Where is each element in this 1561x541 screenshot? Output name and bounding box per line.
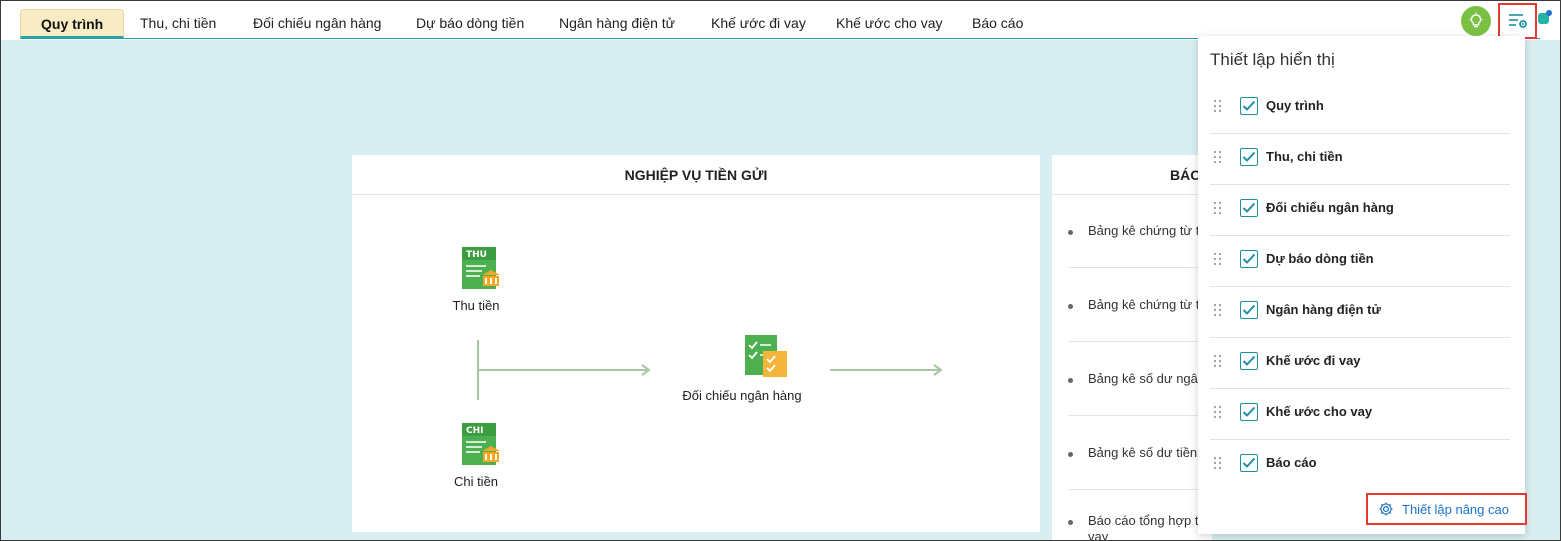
tab-khe-uoc-cho-vay[interactable]: Khế ước cho vay bbox=[816, 9, 963, 39]
checkbox[interactable] bbox=[1240, 250, 1258, 268]
receive-money-label: Thu tiền bbox=[452, 298, 500, 313]
advanced-settings-label: Thiết lập nâng cao bbox=[1402, 501, 1509, 517]
bank-reconcile-node[interactable]: Đối chiếu ngân hàng bbox=[672, 333, 812, 403]
checkbox[interactable] bbox=[1240, 301, 1258, 319]
display-option-label: Báo cáo bbox=[1266, 455, 1317, 470]
report-link[interactable]: Bảng kê chứng từ t bbox=[1068, 223, 1208, 238]
gear-icon bbox=[1379, 502, 1393, 516]
display-option-row[interactable]: Ngân hàng điện tử bbox=[1210, 287, 1510, 338]
display-option-label: Thu, chi tiền bbox=[1266, 149, 1343, 164]
divider bbox=[1068, 341, 1208, 342]
display-option-row[interactable]: Báo cáo bbox=[1210, 440, 1510, 491]
pay-badge: CHI bbox=[466, 426, 484, 436]
pay-money-icon: CHI bbox=[461, 423, 500, 465]
tab-khe-uoc-di-vay[interactable]: Khế ước đi vay bbox=[691, 9, 826, 39]
report-link[interactable]: Bảng kê số dư tiền bbox=[1068, 445, 1208, 460]
display-option-label: Quy trình bbox=[1266, 98, 1324, 113]
display-settings-popup: Thiết lập hiển thị Quy trình Thu, chi tiề… bbox=[1198, 36, 1527, 534]
display-option-row[interactable]: Khế ước đi vay bbox=[1210, 338, 1510, 389]
receive-badge: THU bbox=[466, 250, 487, 260]
divider bbox=[1068, 267, 1208, 268]
report-link[interactable]: Bảng kê số dư ngâ bbox=[1068, 371, 1208, 386]
deposit-card: NGHIỆP VỤ TIỀN GỬI THU Thu tiền CHI Chi … bbox=[352, 155, 1040, 532]
display-option-label: Đối chiếu ngân hàng bbox=[1266, 200, 1394, 215]
display-option-label: Ngân hàng điện tử bbox=[1266, 302, 1381, 317]
lightbulb-icon[interactable] bbox=[1461, 6, 1491, 36]
receive-money-icon: THU bbox=[461, 247, 500, 289]
drag-handle-icon[interactable] bbox=[1213, 150, 1223, 164]
check-icon bbox=[1242, 355, 1256, 366]
app-badge-icon bbox=[1538, 10, 1552, 24]
drag-handle-icon[interactable] bbox=[1213, 354, 1223, 368]
display-option-label: Khế ước cho vay bbox=[1266, 404, 1373, 419]
display-option-row[interactable]: Khế ước cho vay bbox=[1210, 389, 1510, 440]
bank-reconcile-label: Đối chiếu ngân hàng bbox=[682, 388, 802, 403]
drag-handle-icon[interactable] bbox=[1213, 456, 1223, 470]
tab-du-bao-dong-tien[interactable]: Dự báo dòng tiền bbox=[396, 9, 544, 39]
display-option-row[interactable]: Thu, chi tiền bbox=[1210, 134, 1510, 185]
check-icon bbox=[1242, 151, 1256, 162]
display-option-label: Khế ước đi vay bbox=[1266, 353, 1361, 368]
checkbox[interactable] bbox=[1240, 148, 1258, 166]
display-option-row[interactable]: Dự báo dòng tiền bbox=[1210, 236, 1510, 287]
check-icon bbox=[1242, 100, 1256, 111]
advanced-settings-button[interactable]: Thiết lập nâng cao bbox=[1366, 493, 1527, 525]
bank-reconcile-icon bbox=[745, 335, 787, 377]
report-link[interactable]: Bảng kê chứng từ t bbox=[1068, 297, 1208, 312]
report-link[interactable]: Báo cáo tổng hợp t bbox=[1068, 513, 1208, 528]
tab-thu-chi-tien[interactable]: Thu, chi tiền bbox=[120, 9, 236, 39]
report-card: BÁO Bảng kê chứng từ t Bảng kê chứng từ … bbox=[1052, 155, 1212, 541]
check-icon bbox=[1242, 406, 1256, 417]
receive-money-node[interactable]: THU Thu tiền bbox=[444, 245, 508, 313]
deposit-card-title: NGHIỆP VỤ TIỀN GỬI bbox=[352, 155, 1040, 195]
drag-handle-icon[interactable] bbox=[1213, 252, 1223, 266]
report-card-title: BÁO bbox=[1052, 155, 1212, 195]
display-option-row[interactable]: Quy trình bbox=[1210, 83, 1510, 134]
divider bbox=[1068, 415, 1208, 416]
checkbox[interactable] bbox=[1240, 403, 1258, 421]
checkbox[interactable] bbox=[1240, 352, 1258, 370]
drag-handle-icon[interactable] bbox=[1213, 405, 1223, 419]
display-option-label: Dự báo dòng tiền bbox=[1266, 251, 1374, 266]
display-settings-icon[interactable] bbox=[1498, 3, 1537, 39]
drag-handle-icon[interactable] bbox=[1213, 99, 1223, 113]
tab-bao-cao[interactable]: Báo cáo bbox=[952, 9, 1043, 39]
tab-ngan-hang-dien-tu[interactable]: Ngân hàng điện tử bbox=[539, 9, 695, 39]
check-icon bbox=[1242, 202, 1256, 213]
drag-handle-icon[interactable] bbox=[1213, 303, 1223, 317]
check-icon bbox=[1242, 304, 1256, 315]
divider bbox=[1068, 489, 1208, 490]
pay-money-node[interactable]: CHI Chi tiền bbox=[444, 421, 508, 489]
checkbox[interactable] bbox=[1240, 199, 1258, 217]
popup-title: Thiết lập hiển thị bbox=[1210, 50, 1335, 69]
top-tab-bar: Quy trình Thu, chi tiền Đối chiếu ngân h… bbox=[0, 0, 1561, 40]
drag-handle-icon[interactable] bbox=[1213, 201, 1223, 215]
tab-quy-trinh[interactable]: Quy trình bbox=[20, 9, 125, 39]
report-link-overflow: vay bbox=[1088, 529, 1109, 541]
checkbox[interactable] bbox=[1240, 97, 1258, 115]
checkbox[interactable] bbox=[1240, 454, 1258, 472]
tab-doi-chieu-ngan-hang[interactable]: Đối chiếu ngân hàng bbox=[233, 9, 401, 39]
pay-money-label: Chi tiền bbox=[453, 474, 499, 489]
display-option-row[interactable]: Đối chiếu ngân hàng bbox=[1210, 185, 1510, 236]
check-icon bbox=[1242, 253, 1256, 264]
check-icon bbox=[1242, 457, 1256, 468]
